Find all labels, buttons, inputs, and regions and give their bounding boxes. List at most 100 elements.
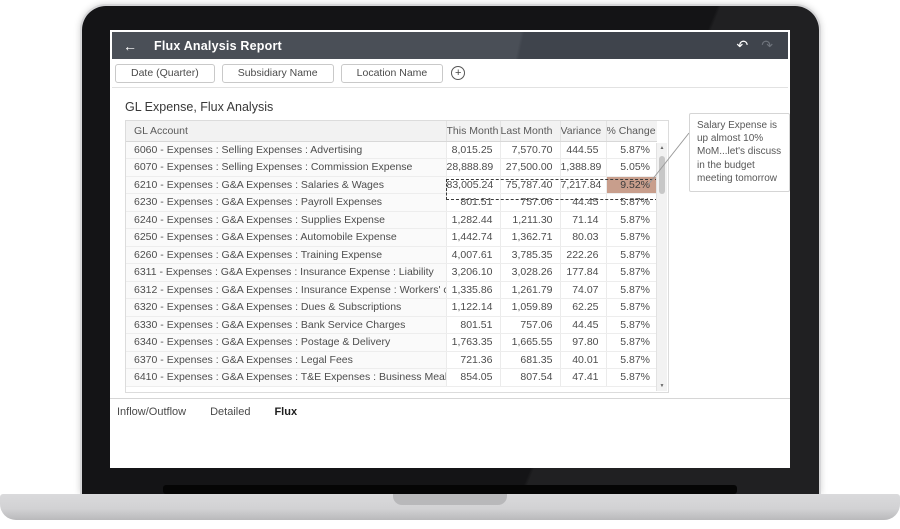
- value-cell[interactable]: 74.07: [560, 281, 606, 299]
- value-cell[interactable]: 71.14: [560, 211, 606, 229]
- value-cell[interactable]: 44.45: [560, 194, 606, 212]
- value-cell[interactable]: 75,787.40: [500, 176, 560, 194]
- value-cell[interactable]: 5.87%: [606, 194, 657, 212]
- value-cell[interactable]: 1,335.86: [446, 281, 500, 299]
- value-cell[interactable]: 3,028.26: [500, 264, 560, 282]
- gl-account-cell[interactable]: 6060 - Expenses : Selling Expenses : Adv…: [126, 141, 446, 159]
- table-row[interactable]: 6340 - Expenses : G&A Expenses : Postage…: [126, 334, 657, 352]
- value-cell[interactable]: 3,785.35: [500, 246, 560, 264]
- value-cell[interactable]: 80.03: [560, 229, 606, 247]
- undo-icon[interactable]: ↶: [737, 37, 749, 54]
- value-cell[interactable]: 5.87%: [606, 264, 657, 282]
- value-cell[interactable]: 1,442.74: [446, 229, 500, 247]
- filter-chip-date-quarter-[interactable]: Date (Quarter): [115, 64, 215, 83]
- value-cell[interactable]: 1,665.55: [500, 334, 560, 352]
- gl-account-cell[interactable]: 6250 - Expenses : G&A Expenses : Automob…: [126, 229, 446, 247]
- value-cell[interactable]: 83,005.24: [446, 176, 500, 194]
- value-cell[interactable]: 27,500.00: [500, 159, 560, 177]
- gl-account-cell[interactable]: 6370 - Expenses : G&A Expenses : Legal F…: [126, 351, 446, 369]
- column-header-this-month[interactable]: This Month: [446, 121, 500, 141]
- table-row[interactable]: 6250 - Expenses : G&A Expenses : Automob…: [126, 229, 657, 247]
- gl-account-cell[interactable]: 6410 - Expenses : G&A Expenses : T&E Exp…: [126, 369, 446, 387]
- column-header-variance[interactable]: Variance: [560, 121, 606, 141]
- value-cell[interactable]: 9.52%: [606, 176, 657, 194]
- gl-account-cell[interactable]: 6210 - Expenses : G&A Expenses : Salarie…: [126, 176, 446, 194]
- table-row[interactable]: 6330 - Expenses : G&A Expenses : Bank Se…: [126, 316, 657, 334]
- back-arrow-icon[interactable]: ←: [123, 39, 137, 53]
- value-cell[interactable]: 1,211.30: [500, 211, 560, 229]
- value-cell[interactable]: 5.87%: [606, 334, 657, 352]
- value-cell[interactable]: 7,217.84: [560, 176, 606, 194]
- value-cell[interactable]: 44.45: [560, 316, 606, 334]
- value-cell[interactable]: 28,888.89: [446, 159, 500, 177]
- gl-account-cell[interactable]: 6330 - Expenses : G&A Expenses : Bank Se…: [126, 316, 446, 334]
- gl-account-cell[interactable]: 6070 - Expenses : Selling Expenses : Com…: [126, 159, 446, 177]
- value-cell[interactable]: 177.84: [560, 264, 606, 282]
- table-row[interactable]: 6060 - Expenses : Selling Expenses : Adv…: [126, 141, 657, 159]
- value-cell[interactable]: 1,763.35: [446, 334, 500, 352]
- tab-detailed[interactable]: Detailed: [210, 406, 250, 418]
- value-cell[interactable]: 5.87%: [606, 316, 657, 334]
- filter-chip-location-name[interactable]: Location Name: [341, 64, 444, 83]
- table-row[interactable]: 6312 - Expenses : G&A Expenses : Insuran…: [126, 281, 657, 299]
- value-cell[interactable]: 807.54: [500, 369, 560, 387]
- value-cell[interactable]: 444.55: [560, 141, 606, 159]
- table-row[interactable]: 6260 - Expenses : G&A Expenses : Trainin…: [126, 246, 657, 264]
- tab-inflow-outflow[interactable]: Inflow/Outflow: [117, 406, 186, 418]
- filter-chip-subsidiary-name[interactable]: Subsidiary Name: [222, 64, 334, 83]
- value-cell[interactable]: 5.05%: [606, 159, 657, 177]
- value-cell[interactable]: 721.36: [446, 351, 500, 369]
- value-cell[interactable]: 5.87%: [606, 141, 657, 159]
- value-cell[interactable]: 1,388.89: [560, 159, 606, 177]
- value-cell[interactable]: 1,261.79: [500, 281, 560, 299]
- gl-account-cell[interactable]: 6312 - Expenses : G&A Expenses : Insuran…: [126, 281, 446, 299]
- value-cell[interactable]: 5.87%: [606, 211, 657, 229]
- value-cell[interactable]: 1,282.44: [446, 211, 500, 229]
- value-cell[interactable]: 801.51: [446, 316, 500, 334]
- column-header-gl-account[interactable]: GL Account: [126, 121, 446, 141]
- column-header-pct-change[interactable]: % Change: [606, 121, 657, 141]
- value-cell[interactable]: 757.06: [500, 194, 560, 212]
- value-cell[interactable]: 40.01: [560, 351, 606, 369]
- column-header-last-month[interactable]: Last Month: [500, 121, 560, 141]
- value-cell[interactable]: 7,570.70: [500, 141, 560, 159]
- table-row[interactable]: 6230 - Expenses : G&A Expenses : Payroll…: [126, 194, 657, 212]
- table-scrollbar[interactable]: ▲ ▼: [656, 143, 667, 391]
- tab-flux[interactable]: Flux: [274, 406, 297, 418]
- table-row[interactable]: 6410 - Expenses : G&A Expenses : T&E Exp…: [126, 369, 657, 387]
- redo-icon[interactable]: ↷: [761, 37, 773, 54]
- value-cell[interactable]: 3,206.10: [446, 264, 500, 282]
- value-cell[interactable]: 222.26: [560, 246, 606, 264]
- value-cell[interactable]: 5.87%: [606, 369, 657, 387]
- gl-account-cell[interactable]: 6240 - Expenses : G&A Expenses : Supplie…: [126, 211, 446, 229]
- table-row[interactable]: 6370 - Expenses : G&A Expenses : Legal F…: [126, 351, 657, 369]
- value-cell[interactable]: 5.87%: [606, 281, 657, 299]
- table-row[interactable]: 6210 - Expenses : G&A Expenses : Salarie…: [126, 176, 657, 194]
- add-filter-icon[interactable]: +: [451, 66, 465, 80]
- value-cell[interactable]: 5.87%: [606, 351, 657, 369]
- value-cell[interactable]: 1,362.71: [500, 229, 560, 247]
- value-cell[interactable]: 4,007.61: [446, 246, 500, 264]
- value-cell[interactable]: 47.41: [560, 369, 606, 387]
- scroll-down-icon[interactable]: ▼: [657, 383, 667, 389]
- value-cell[interactable]: 5.87%: [606, 246, 657, 264]
- table-row[interactable]: 6320 - Expenses : G&A Expenses : Dues & …: [126, 299, 657, 317]
- gl-account-cell[interactable]: 6320 - Expenses : G&A Expenses : Dues & …: [126, 299, 446, 317]
- value-cell[interactable]: 62.25: [560, 299, 606, 317]
- value-cell[interactable]: 8,015.25: [446, 141, 500, 159]
- value-cell[interactable]: 681.35: [500, 351, 560, 369]
- value-cell[interactable]: 801.51: [446, 194, 500, 212]
- value-cell[interactable]: 5.87%: [606, 299, 657, 317]
- table-row[interactable]: 6070 - Expenses : Selling Expenses : Com…: [126, 159, 657, 177]
- gl-account-cell[interactable]: 6260 - Expenses : G&A Expenses : Trainin…: [126, 246, 446, 264]
- table-row[interactable]: 6240 - Expenses : G&A Expenses : Supplie…: [126, 211, 657, 229]
- scrollbar-thumb[interactable]: [659, 156, 665, 194]
- value-cell[interactable]: 1,059.89: [500, 299, 560, 317]
- scroll-up-icon[interactable]: ▲: [657, 145, 667, 151]
- value-cell[interactable]: 854.05: [446, 369, 500, 387]
- gl-account-cell[interactable]: 6230 - Expenses : G&A Expenses : Payroll…: [126, 194, 446, 212]
- value-cell[interactable]: 1,122.14: [446, 299, 500, 317]
- table-row[interactable]: 6311 - Expenses : G&A Expenses : Insuran…: [126, 264, 657, 282]
- gl-account-cell[interactable]: 6311 - Expenses : G&A Expenses : Insuran…: [126, 264, 446, 282]
- value-cell[interactable]: 757.06: [500, 316, 560, 334]
